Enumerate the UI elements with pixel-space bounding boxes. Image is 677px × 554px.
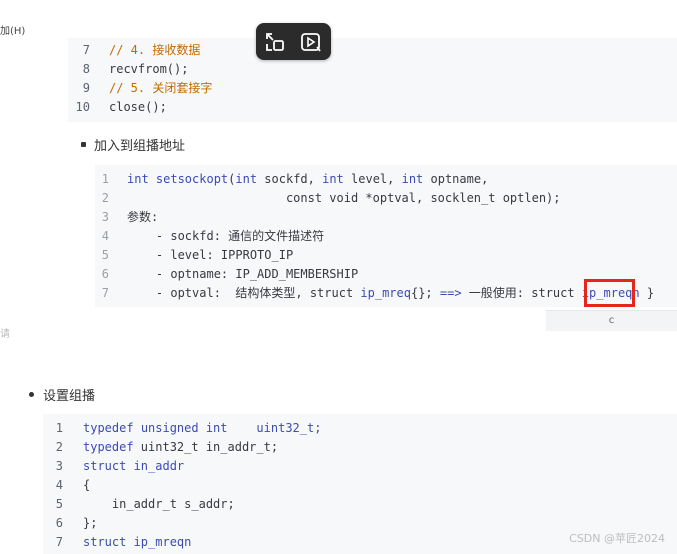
- code-text: const void *optval, socklen_t optlen);: [127, 191, 561, 205]
- code-text: struct in_addr: [83, 459, 185, 473]
- csdn-watermark: CSDN @苹匠2024: [569, 532, 665, 545]
- code-line: 4{: [43, 476, 677, 495]
- line-number: 3: [101, 210, 109, 224]
- code-text: in_addr_t s_addr;: [83, 497, 235, 511]
- edge-side-fragment: 请: [0, 329, 10, 340]
- line-number: 8: [82, 62, 90, 76]
- code-line: 10 close();: [68, 98, 677, 117]
- code-line: 9 // 5. 关闭套接字: [68, 79, 677, 98]
- code-line: 3 参数:: [95, 208, 677, 227]
- code-text: };: [83, 516, 98, 530]
- code-text: // 4. 接收数据: [109, 43, 201, 57]
- line-number: 3: [55, 459, 63, 473]
- highlight-ip-mreqn: [584, 279, 635, 307]
- bullet-join-multicast: 加入到组播地址: [94, 139, 186, 154]
- edge-menu-fragment: 加(H): [0, 26, 26, 37]
- code-line: 5 in_addr_t s_addr;: [43, 495, 677, 514]
- play-preview-icon[interactable]: [300, 31, 322, 53]
- code-text: - level: IPPROTO_IP: [127, 248, 294, 262]
- line-number: 6: [55, 516, 63, 530]
- code-line: 3 struct in_addr: [43, 457, 677, 476]
- bullet-set-multicast: 设置组播: [43, 389, 96, 404]
- code-line: 2 typedef uint32_t in_addr_t;: [43, 438, 677, 457]
- code-line: 1 int setsockopt(int sockfd, int level, i…: [95, 170, 677, 189]
- code-line: 4 - sockfd: 通信的文件描述符: [95, 227, 677, 246]
- code-text: - sockfd: 通信的文件描述符: [127, 229, 325, 243]
- code-text: typedef uint32_t in_addr_t;: [83, 440, 279, 454]
- code-block-1: 7 // 4. 接收数据 8 recvfrom(); 9 // 5. 关闭套接字 10 clo…: [68, 38, 677, 122]
- code-text: - optname: IP_ADD_MEMBERSHIP: [127, 267, 359, 281]
- line-number: 5: [101, 248, 109, 262]
- floating-toolbar: [256, 23, 331, 60]
- line-number: 1: [101, 172, 109, 186]
- line-number: 6: [101, 267, 109, 281]
- line-number: 4: [101, 229, 109, 243]
- line-number: 2: [55, 440, 63, 454]
- code-text: 参数:: [127, 210, 159, 224]
- line-number: 1: [55, 421, 63, 435]
- line-number: 10: [75, 100, 90, 114]
- code-line: 5 - level: IPPROTO_IP: [95, 246, 677, 265]
- code-text: // 5. 关闭套接字: [109, 81, 213, 95]
- line-number: 7: [82, 43, 90, 57]
- line-number: 4: [55, 478, 63, 492]
- code-text: - optval: 结构体类型, struct ip_mreq{}; ==> 一…: [127, 286, 655, 300]
- code-text: recvfrom();: [109, 62, 189, 76]
- line-number: 2: [101, 191, 109, 205]
- bullet-marker: [81, 142, 86, 147]
- code-line: 8 recvfrom();: [68, 60, 677, 79]
- code-text: close();: [109, 100, 167, 114]
- code-text: {: [83, 478, 91, 492]
- code-text: typedef unsigned int uint32_t;: [83, 421, 322, 435]
- line-number: 9: [82, 81, 90, 95]
- exit-fullscreen-icon[interactable]: [264, 31, 286, 53]
- bullet-marker: [29, 392, 34, 397]
- copy-code-button[interactable]: c: [546, 310, 677, 331]
- code-line: 7 // 4. 接收数据: [68, 41, 677, 60]
- code-line: 2 const void *optval, socklen_t optlen);: [95, 189, 677, 208]
- line-number: 5: [55, 497, 63, 511]
- code-line: 1 typedef unsigned int uint32_t;: [43, 419, 677, 438]
- line-number: 7: [55, 535, 63, 549]
- code-text: int setsockopt(int sockfd, int level, in…: [127, 172, 489, 186]
- code-text: struct ip_mreqn: [83, 535, 192, 549]
- line-number: 7: [101, 286, 109, 300]
